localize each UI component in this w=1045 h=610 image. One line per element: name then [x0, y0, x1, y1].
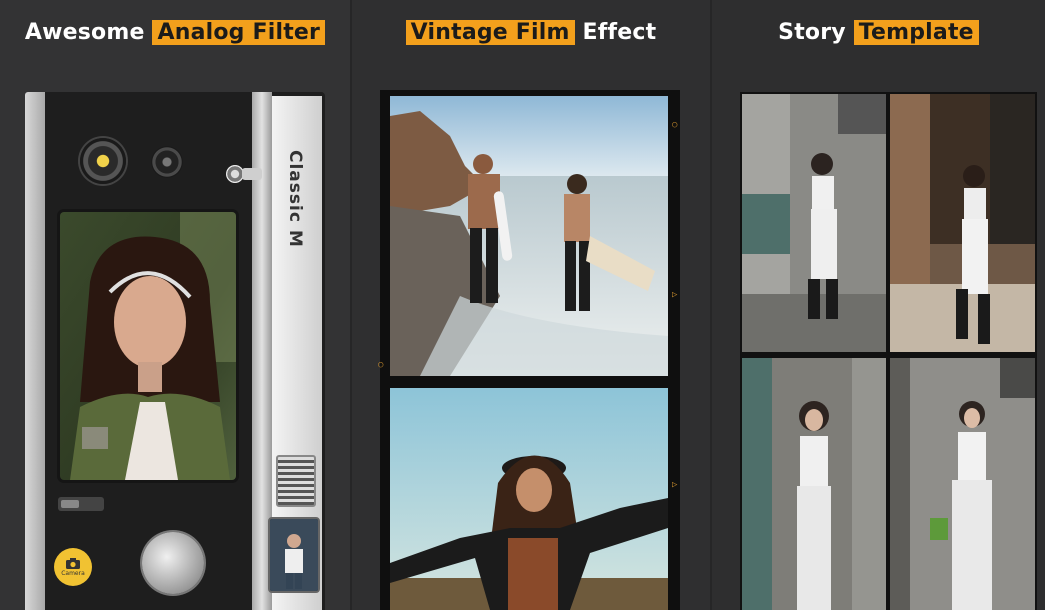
viewfinder-photo	[60, 212, 236, 480]
shutter-button[interactable]	[142, 532, 204, 594]
heading-plain: Effect	[582, 20, 657, 45]
heading-plain: Story	[778, 20, 846, 45]
camera-button-label: Camera	[61, 570, 85, 577]
film-edge-mark: ○	[378, 360, 384, 370]
panel-heading: Vintage Film Effect	[352, 20, 710, 45]
camera-icon	[66, 558, 80, 569]
collage-photo-4[interactable]	[890, 358, 1035, 610]
flash-bracket	[242, 168, 262, 180]
film-edge-mark: ▷	[672, 480, 678, 490]
heading-highlight: Analog Filter	[152, 20, 326, 45]
panel-analog-filter: Awesome Analog Filter Classic M Camera	[0, 0, 350, 610]
story-collage	[740, 92, 1037, 610]
speaker-grille	[276, 455, 316, 507]
panel-heading: Awesome Analog Filter	[0, 20, 350, 45]
film-frame-beach	[390, 96, 668, 376]
heading-plain: Awesome	[24, 20, 145, 45]
gallery-thumbnail[interactable]	[268, 517, 320, 593]
camera-left-edge	[25, 92, 45, 610]
camera-brand-label: Classic M	[285, 150, 305, 248]
collage-photo-3[interactable]	[742, 358, 886, 610]
mode-toggle[interactable]	[58, 497, 104, 511]
panel-heading: Story Template	[712, 20, 1045, 45]
heading-highlight: Template	[853, 20, 979, 45]
panel-vintage-film: Vintage Film Effect ○ ▷ ○ ▷	[352, 0, 710, 610]
collage-photo-2[interactable]	[890, 94, 1035, 352]
film-strip: ○ ▷ ○ ▷	[378, 90, 680, 610]
secondary-lens-icon	[151, 146, 183, 178]
collage-photo-1[interactable]	[742, 94, 886, 352]
camera-switch-button[interactable]: Camera	[54, 548, 92, 586]
panel-story-template: Story Template	[712, 0, 1045, 610]
film-frame-portrait	[390, 388, 668, 610]
film-edge-mark: ▷	[672, 290, 678, 300]
film-edge-mark: ○	[672, 120, 678, 130]
main-lens-icon	[80, 138, 126, 184]
heading-highlight: Vintage Film	[405, 20, 575, 45]
